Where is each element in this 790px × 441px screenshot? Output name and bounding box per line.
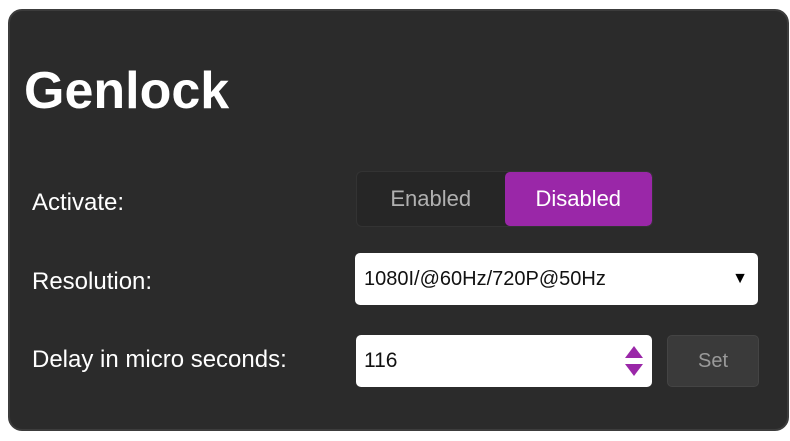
triangle-down-icon: ▼: [732, 270, 748, 287]
set-button[interactable]: Set: [667, 335, 759, 387]
delay-input[interactable]: 116: [356, 335, 652, 387]
activate-label: Activate:: [32, 189, 125, 216]
resolution-value: 1080I/@60Hz/720P@50Hz: [364, 267, 606, 290]
disabled-option[interactable]: Disabled: [504, 172, 652, 226]
resolution-dropdown[interactable]: 1080I/@60Hz/720P@50Hz ▼: [355, 253, 758, 305]
enabled-option[interactable]: Enabled: [357, 172, 505, 226]
spinner-arrows-svg: [625, 346, 643, 376]
up-down-arrows-icon[interactable]: [624, 344, 644, 378]
genlock-panel: Genlock Activate: Enabled Disabled Resol…: [8, 9, 789, 431]
delay-value[interactable]: 116: [364, 349, 624, 373]
resolution-label: Resolution:: [32, 268, 153, 295]
delay-label: Delay in micro seconds:: [32, 346, 287, 373]
activate-toggle: Enabled Disabled: [356, 171, 653, 227]
page-title: Genlock: [24, 62, 230, 120]
